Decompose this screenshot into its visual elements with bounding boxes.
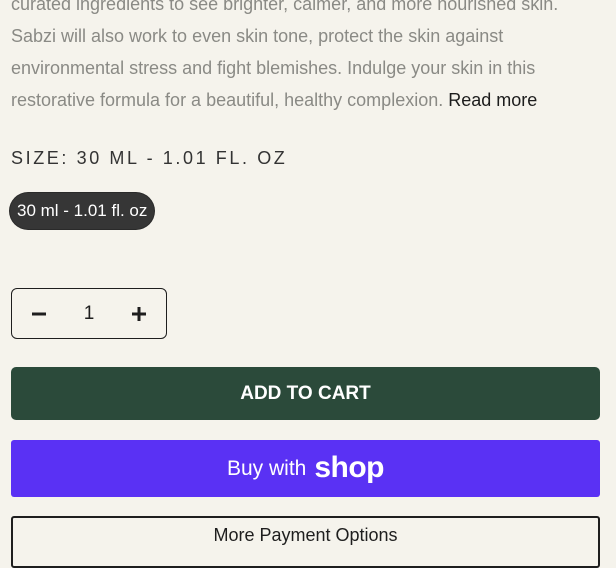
add-to-cart-button[interactable]: ADD TO CART (11, 367, 600, 420)
size-label: SIZE: 30 ML - 1.01 FL. OZ (11, 148, 288, 168)
more-payment-label: More Payment Options (213, 525, 398, 545)
read-more-link[interactable]: Read more (448, 90, 537, 110)
product-description: curated ingredients to see brighter, cal… (11, 0, 601, 116)
shop-logo: shop (314, 450, 385, 484)
quantity-value[interactable]: 1 (66, 289, 112, 338)
quantity-decrease-button[interactable] (12, 289, 66, 338)
minus-icon (32, 312, 46, 315)
shop-pay-button[interactable]: Buy with shop (11, 440, 600, 497)
quantity-stepper: 1 (11, 288, 167, 339)
more-payment-options-button[interactable]: More Payment Options (11, 516, 600, 568)
plus-icon (132, 306, 146, 321)
quantity-increase-button[interactable] (112, 289, 166, 338)
buy-with-label: Buy with (226, 456, 307, 480)
size-option-30ml[interactable]: 30 ml - 1.01 fl. oz (10, 193, 155, 229)
